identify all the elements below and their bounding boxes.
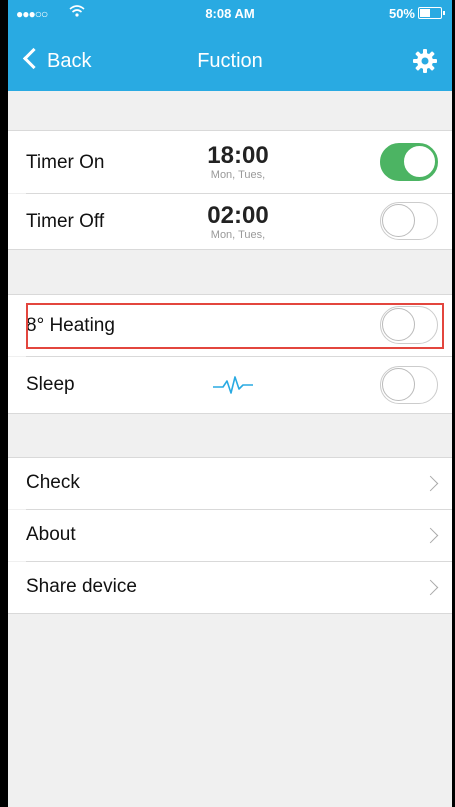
chevron-right-icon (422, 579, 439, 596)
heating-highlight-box (26, 303, 444, 349)
gear-icon[interactable] (412, 48, 438, 74)
section-spacer (8, 91, 452, 131)
divider (8, 613, 452, 614)
toggle-knob (382, 204, 415, 237)
timer-off-row[interactable]: Timer Off 02:00 Mon, Tues, (8, 194, 452, 249)
menu-item-label: Share device (26, 576, 137, 597)
battery-icon (418, 7, 445, 19)
menu-item-share-device[interactable]: Share device (8, 562, 452, 613)
header: ●●●○○ 8:08 AM 50% Back Fuction (8, 0, 452, 91)
timer-on-row[interactable]: Timer On 18:00 Mon, Tues, (8, 131, 452, 193)
menu-item-label: Check (26, 472, 80, 493)
pulse-icon (213, 373, 253, 397)
timer-off-days: Mon, Tues, (210, 229, 266, 241)
sleep-row[interactable]: Sleep (8, 357, 452, 413)
phone-screen: ●●●○○ 8:08 AM 50% Back Fuction Timer On … (8, 0, 452, 807)
timer-on-toggle[interactable] (380, 143, 438, 181)
timer-off-label: Timer Off (26, 211, 105, 232)
section-spacer (8, 250, 452, 294)
battery-indicator: 50% (388, 6, 445, 21)
timer-off-value: 02:00 (207, 202, 269, 229)
timer-on-days: Mon, Tues, (210, 169, 266, 181)
menu-item-label: About (26, 524, 76, 545)
battery-percent: 50% (388, 6, 415, 21)
sleep-label: Sleep (26, 374, 75, 395)
status-bar: ●●●○○ 8:08 AM 50% (8, 4, 452, 24)
section-spacer (8, 414, 452, 458)
chevron-right-icon (422, 475, 439, 492)
nav-bar: Back Fuction (8, 42, 452, 84)
status-time: 8:08 AM (205, 6, 255, 21)
timer-on-label: Timer On (26, 152, 105, 173)
toggle-knob (382, 368, 415, 401)
page-title: Fuction (197, 50, 263, 72)
menu-item-check[interactable]: Check (8, 458, 452, 509)
timer-off-time[interactable]: 02:00 Mon, Tues, (188, 202, 288, 242)
timer-on-value: 18:00 (207, 142, 269, 169)
chevron-right-icon (422, 527, 439, 544)
timer-on-time[interactable]: 18:00 Mon, Tues, (188, 142, 288, 182)
sleep-toggle[interactable] (380, 366, 438, 404)
toggle-knob (403, 145, 436, 178)
menu-item-about[interactable]: About (8, 510, 452, 561)
timer-off-toggle[interactable] (380, 202, 438, 240)
